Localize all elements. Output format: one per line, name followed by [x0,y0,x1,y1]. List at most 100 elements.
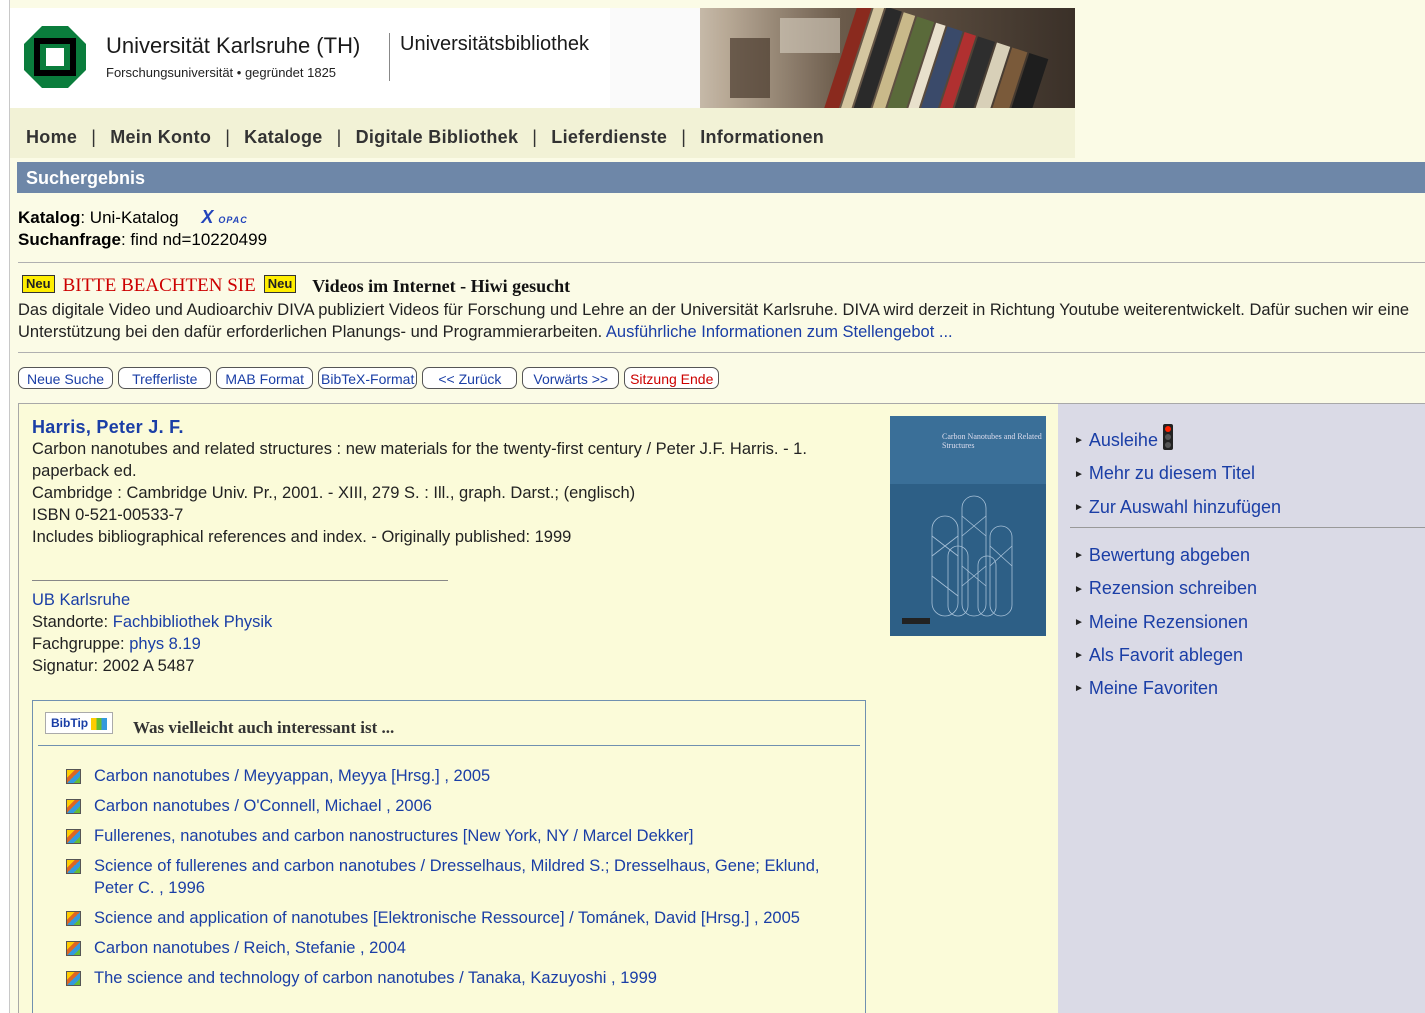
list-item: Fullerenes, nanotubes and carbon nanostr… [66,825,836,847]
xopac-logo[interactable]: X OPAC [201,207,247,228]
bibtip-recommendations: BibTip Was vielleicht auch interessant i… [32,700,866,1013]
record-isbn: ISBN 0-521-00533-7 [32,506,184,524]
sidebar-item-my-reviews[interactable]: ► Meine Rezensionen [1074,606,1257,639]
sidebar-item-more-about-title[interactable]: ► Mehr zu diesem Titel [1074,457,1281,490]
notice-title: Videos im Internet - Hiwi gesucht [312,275,571,296]
page-title: Suchergebnis [26,168,146,188]
recommendation-link[interactable]: Science and application of nanotubes [El… [94,909,800,927]
search-query-info: Suchanfrage: find nd=10220499 [18,230,267,250]
nav-information[interactable]: Informationen [700,127,824,147]
notice-details-link[interactable]: Ausführliche Informationen zum Stellenge… [606,323,953,341]
site-header: Universität Karlsruhe (TH) Forschungsuni… [10,8,1075,108]
notice-heading: BITTE BEACHTEN SIE [62,275,256,296]
bibtip-bullet-icon [66,829,81,844]
bibtip-bullet-icon [66,859,81,874]
location-link[interactable]: Fachbibliothek Physik [113,613,273,631]
bibtip-bullet-icon [66,769,81,784]
nav-separator: | [532,127,538,147]
notice-text: Das digitale Video und Audioarchiv DIVA … [18,299,1425,343]
recommendation-link[interactable]: Carbon nanotubes / Meyyappan, Meyya [Hrs… [94,767,490,785]
sidebar-item-my-favorites[interactable]: ► Meine Favoriten [1074,672,1257,705]
nav-my-account[interactable]: Mein Konto [110,127,211,147]
xopac-logo-small: OPAC [218,215,248,225]
bibtip-heading: Was vielleicht auch interessant ist ... [133,718,395,737]
sidebar-item-label: Meine Favoriten [1088,678,1218,698]
mab-format-button[interactable]: MAB Format [216,367,313,389]
sidebar-item-loan[interactable]: ► Ausleihe [1074,424,1281,457]
divider [18,262,1425,263]
sidebar-item-rate[interactable]: ► Bewertung abgeben [1074,539,1257,572]
catalog-value: : Uni-Katalog [80,208,179,227]
bibtex-format-button[interactable]: BibTeX-Format [318,367,418,389]
bibtip-logo[interactable]: BibTip [45,712,114,734]
signature: Signatur: 2002 A 5487 [32,657,195,675]
library-name: Universitätsbibliothek [400,33,589,55]
triangle-right-icon: ► [1074,501,1084,513]
sidebar-group-secondary: ► Bewertung abgeben ► Rezension schreiben … [1074,539,1257,705]
action-buttons: Neue Suche Trefferliste MAB Format BibTeX-F… [18,367,724,389]
query-value: : find nd=10220499 [120,230,268,249]
nav-catalogs[interactable]: Kataloge [244,127,322,147]
sidebar-item-label: Ausleihe [1088,430,1158,450]
new-search-button[interactable]: Neue Suche [18,367,114,389]
sidebar-item-label: Meine Rezensionen [1088,611,1249,632]
bibtip-divider [38,745,860,746]
sidebar-item-label: Mehr zu diesem Titel [1088,463,1255,484]
recommendation-link[interactable]: The science and technology of carbon nan… [94,969,657,987]
nav-separator: | [91,127,97,147]
book-cover-image[interactable]: Carbon Nanotubes and Related Structures [890,416,1046,636]
end-session-button[interactable]: Sitzung Ende [624,367,720,389]
result-list-button[interactable]: Trefferliste [118,367,212,389]
library-bookshelf-photo [610,8,1075,108]
record-publication: Cambridge : Cambridge Univ. Pr., 2001. -… [32,484,636,502]
catalog-label: Katalog [18,208,81,227]
record-divider [32,580,448,581]
new-badge: Neu [263,275,297,293]
record-details: Harris, Peter J. F. Carbon nanotubes and… [32,416,862,548]
sidebar-item-label: Bewertung abgeben [1088,545,1251,565]
xopac-logo-main: X [201,207,214,227]
sidebar-item-write-review[interactable]: ► Rezension schreiben [1074,572,1257,605]
triangle-right-icon: ► [1074,650,1084,661]
nav-separator: | [336,127,342,147]
bibtip-bullet-icon [66,799,81,814]
record-title: Carbon nanotubes and related structures … [32,440,807,480]
nav-digital-library[interactable]: Digitale Bibliothek [356,127,519,147]
triangle-right-icon: ► [1074,616,1084,628]
recommendation-link[interactable]: Carbon nanotubes / Reich, Stefanie , 200… [94,939,406,957]
location-label: Standorte: [32,613,113,631]
title-bar: Suchergebnis [17,162,1425,193]
recommendation-link[interactable]: Science of fullerenes and carbon nanotub… [94,857,820,897]
library-link[interactable]: UB Karlsruhe [32,591,130,609]
nav-separator: | [681,127,687,147]
triangle-right-icon: ► [1074,468,1084,480]
sidebar-item-add-to-selection[interactable]: ► Zur Auswahl hinzufügen [1074,491,1281,524]
nav-home[interactable]: Home [26,127,77,147]
divider [18,352,1425,353]
recommendation-link[interactable]: Fullerenes, nanotubes and carbon nanostr… [94,827,694,845]
subject-group-label: Fachgruppe: [32,635,130,653]
forward-button[interactable]: Vorwärts >> [522,367,620,389]
subject-group-link[interactable]: phys 8.19 [129,635,201,653]
triangle-right-icon: ► [1074,550,1084,562]
university-logo-icon [24,26,86,88]
sidebar-group-primary: ► Ausleihe ► Mehr zu diesem Titel ► Zur Aus… [1074,424,1281,524]
list-item: Carbon nanotubes / O'Connell, Michael , … [66,795,836,817]
recommendation-link[interactable]: Carbon nanotubes / O'Connell, Michael , … [94,797,432,815]
record-notes: Includes bibliographical references and … [32,528,572,546]
triangle-right-icon: ► [1074,683,1084,695]
record-author[interactable]: Harris, Peter J. F. [32,416,862,438]
university-subtitle: Forschungsuniversität • gegründet 1825 [106,65,337,80]
holdings-info: UB Karlsruhe Standorte: Fachbibliothek P… [32,589,272,677]
bibtip-bullet-icon [66,971,81,986]
list-item: Science of fullerenes and carbon nanotub… [66,855,836,899]
catalog-info: Katalog: Uni-Katalog X OPAC [18,207,248,228]
triangle-right-icon: ► [1074,583,1084,595]
nav-delivery-services[interactable]: Lieferdienste [551,127,667,147]
nav-separator: | [225,127,231,147]
query-label: Suchanfrage [18,230,121,249]
sidebar-item-save-favorite[interactable]: ► Als Favorit ablegen [1074,639,1257,672]
back-button[interactable]: << Zurück [422,367,518,389]
traffic-light-icon [1162,424,1173,450]
sidebar-divider [1070,527,1425,528]
